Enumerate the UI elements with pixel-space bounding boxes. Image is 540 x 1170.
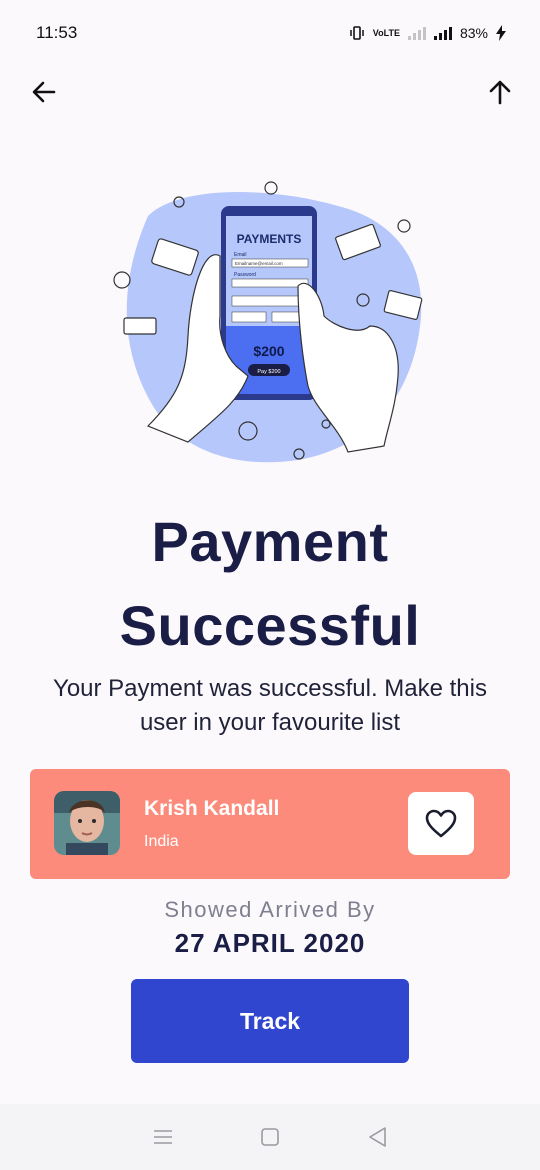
arrival-date: 27 APRIL 2020 [174,928,366,958]
top-nav [0,72,540,112]
title-line-2: Successful [119,594,421,657]
system-nav-bar [0,1104,540,1170]
hero-pay-button: Pay $200 [257,369,280,375]
back-button[interactable] [24,72,64,112]
signal-sim1-icon [407,26,426,40]
page-title: Payment Successful [0,500,540,668]
recents-button[interactable] [143,1117,183,1157]
track-button[interactable]: Track [131,979,409,1063]
hero-email-value: Emailname@email.com [235,261,283,266]
status-bar: 11:53 VoLTE 83% [0,0,540,66]
share-button[interactable] [480,72,520,112]
heart-icon [425,809,457,837]
hero-password-label: Password [234,272,256,278]
volte-label: VoLTE [372,28,400,38]
avatar [54,791,120,855]
vibrate-icon [350,26,364,40]
status-time: 11:53 [36,23,78,42]
home-button[interactable] [250,1117,290,1157]
signal-sim2-icon [433,26,452,40]
battery-level: 83% [459,25,488,41]
favorite-button[interactable] [408,792,474,855]
hero-screen-title: PAYMENTS [237,232,302,246]
square-icon [261,1128,279,1146]
payment-illustration: PAYMENTS Email Emailname@email.com Passw… [108,176,430,466]
status-icons: VoLTE 83% [349,25,506,41]
hero-email-label: Email [234,252,247,258]
user-card[interactable]: Krish Kandall India [30,769,510,879]
page-subtitle: Your Payment was successful. Make this u… [53,675,487,736]
arrow-left-icon [32,81,56,103]
menu-icon [154,1130,173,1144]
system-back-button[interactable] [357,1117,397,1157]
arrow-up-icon [489,80,511,105]
triangle-back-icon [368,1127,386,1147]
user-name: Krish Kandall [144,797,280,820]
charging-icon [496,25,506,41]
arrival-label: Showed Arrived By [164,897,376,922]
user-country: India [144,833,179,850]
hero-amount: $200 [253,343,284,359]
title-line-1: Payment [151,510,389,573]
